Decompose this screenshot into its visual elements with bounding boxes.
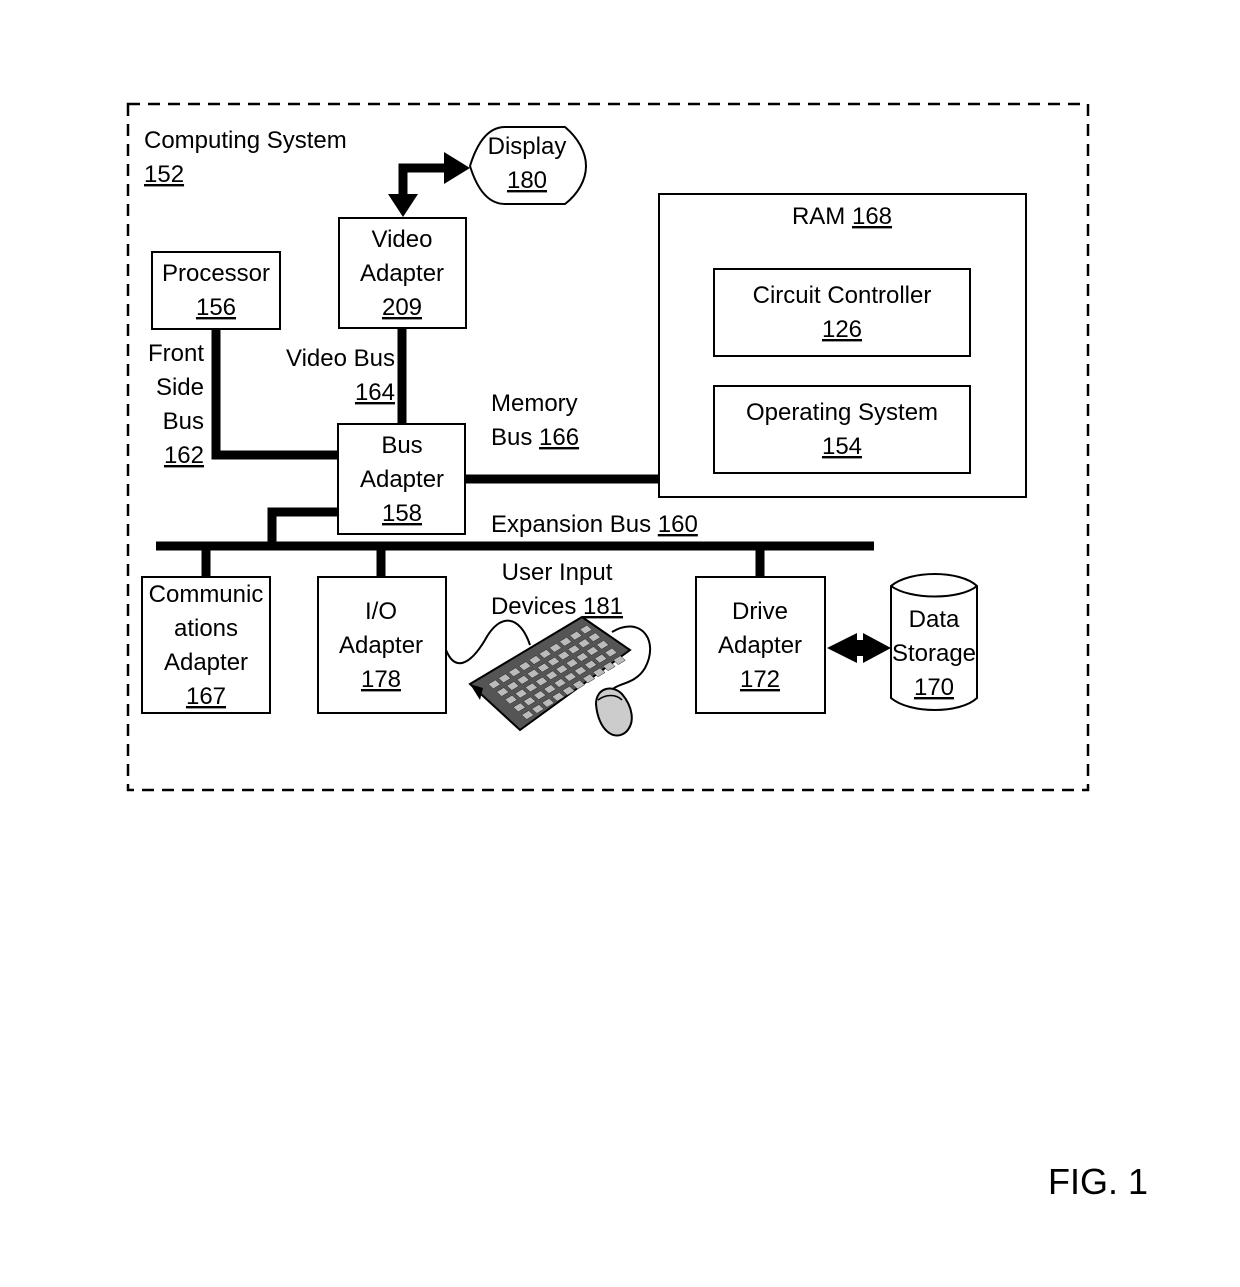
svg-text:Devices 181: Devices 181	[491, 593, 623, 620]
memory-bus-ref: 166	[539, 424, 579, 451]
svg-text:Communic: Communic	[149, 581, 264, 608]
data-storage-ref: 170	[914, 674, 954, 701]
svg-text:Front: Front	[148, 340, 204, 367]
svg-text:Adapter: Adapter	[164, 649, 248, 676]
block-diagram: Computing System 152 Display 180 Video A…	[126, 102, 1148, 1202]
mouse-icon	[594, 687, 633, 737]
svg-text:Bus: Bus	[163, 408, 204, 435]
circuit-controller-label: Circuit Controller	[753, 282, 932, 309]
display-label: Display	[488, 133, 567, 160]
bus-adapter-label-2: Adapter	[360, 466, 444, 493]
video-adapter-node: Video Adapter 209	[338, 217, 467, 329]
svg-text:ations: ations	[174, 615, 238, 642]
video-bus-label: Video Bus 164	[286, 345, 395, 406]
expansion-bus-ref: 160	[658, 511, 698, 538]
display-node: Display 180	[468, 126, 588, 205]
communications-adapter-node: Communic ations Adapter 167	[141, 576, 271, 714]
communications-adapter-ref: 167	[186, 683, 226, 710]
figure-label: FIG. 1	[1048, 1161, 1148, 1202]
svg-text:Adapter: Adapter	[339, 632, 423, 659]
svg-text:Memory: Memory	[491, 390, 578, 417]
bus-adapter-node: Bus Adapter 158	[337, 423, 466, 535]
computing-system-label: Computing System	[144, 127, 347, 154]
svg-text:Storage: Storage	[892, 640, 976, 667]
svg-text:Drive: Drive	[732, 598, 788, 625]
svg-text:Adapter: Adapter	[718, 632, 802, 659]
video-adapter-ref: 209	[382, 294, 422, 321]
operating-system-label: Operating System	[746, 399, 938, 426]
circuit-controller-ref: 126	[822, 316, 862, 343]
display-ref: 180	[507, 167, 547, 194]
svg-text:User Input: User Input	[502, 559, 613, 586]
user-input-devices-ref: 181	[583, 593, 623, 620]
operating-system-ref: 154	[822, 433, 862, 460]
ram-ref: 168	[852, 203, 892, 230]
drive-adapter-ref: 172	[740, 666, 780, 693]
bus-adapter-label-1: Bus	[381, 432, 422, 459]
processor-node: Processor 156	[151, 251, 281, 330]
front-side-bus-label: Front Side Bus 162	[148, 340, 204, 469]
ram-label: RAM	[792, 203, 845, 230]
io-adapter-node: I/O Adapter 178	[317, 576, 447, 714]
svg-text:Side: Side	[156, 374, 204, 401]
memory-bus-label: Memory Bus 166	[491, 390, 579, 451]
video-bus-ref: 164	[355, 379, 395, 406]
processor-ref: 156	[196, 294, 236, 321]
expansion-bus-label: Expansion Bus 160	[491, 511, 698, 538]
bus-adapter-ref: 158	[382, 500, 422, 527]
svg-text:Video Bus: Video Bus	[286, 345, 395, 372]
video-adapter-label-2: Adapter	[360, 260, 444, 287]
computing-system-ref: 152	[144, 161, 184, 188]
display-link-arrow	[388, 152, 470, 217]
svg-text:I/O: I/O	[365, 598, 397, 625]
storage-link-arrow	[827, 633, 891, 663]
data-storage-node: Data Storage 170	[890, 573, 978, 711]
video-adapter-label-1: Video	[372, 226, 433, 253]
svg-text:RAM 168: RAM 168	[792, 203, 892, 230]
circuit-controller-node: Circuit Controller 126	[713, 268, 971, 357]
io-adapter-ref: 178	[361, 666, 401, 693]
front-side-bus-ref: 162	[164, 442, 204, 469]
operating-system-node: Operating System 154	[713, 385, 971, 474]
bus-adapter-expansion-link	[267, 507, 338, 546]
processor-label: Processor	[162, 260, 270, 287]
user-input-devices-label: User Input Devices 181	[491, 559, 623, 620]
drive-adapter-node: Drive Adapter 172	[695, 576, 826, 714]
svg-text:Bus 166: Bus 166	[491, 424, 579, 451]
svg-text:Data: Data	[909, 606, 960, 633]
